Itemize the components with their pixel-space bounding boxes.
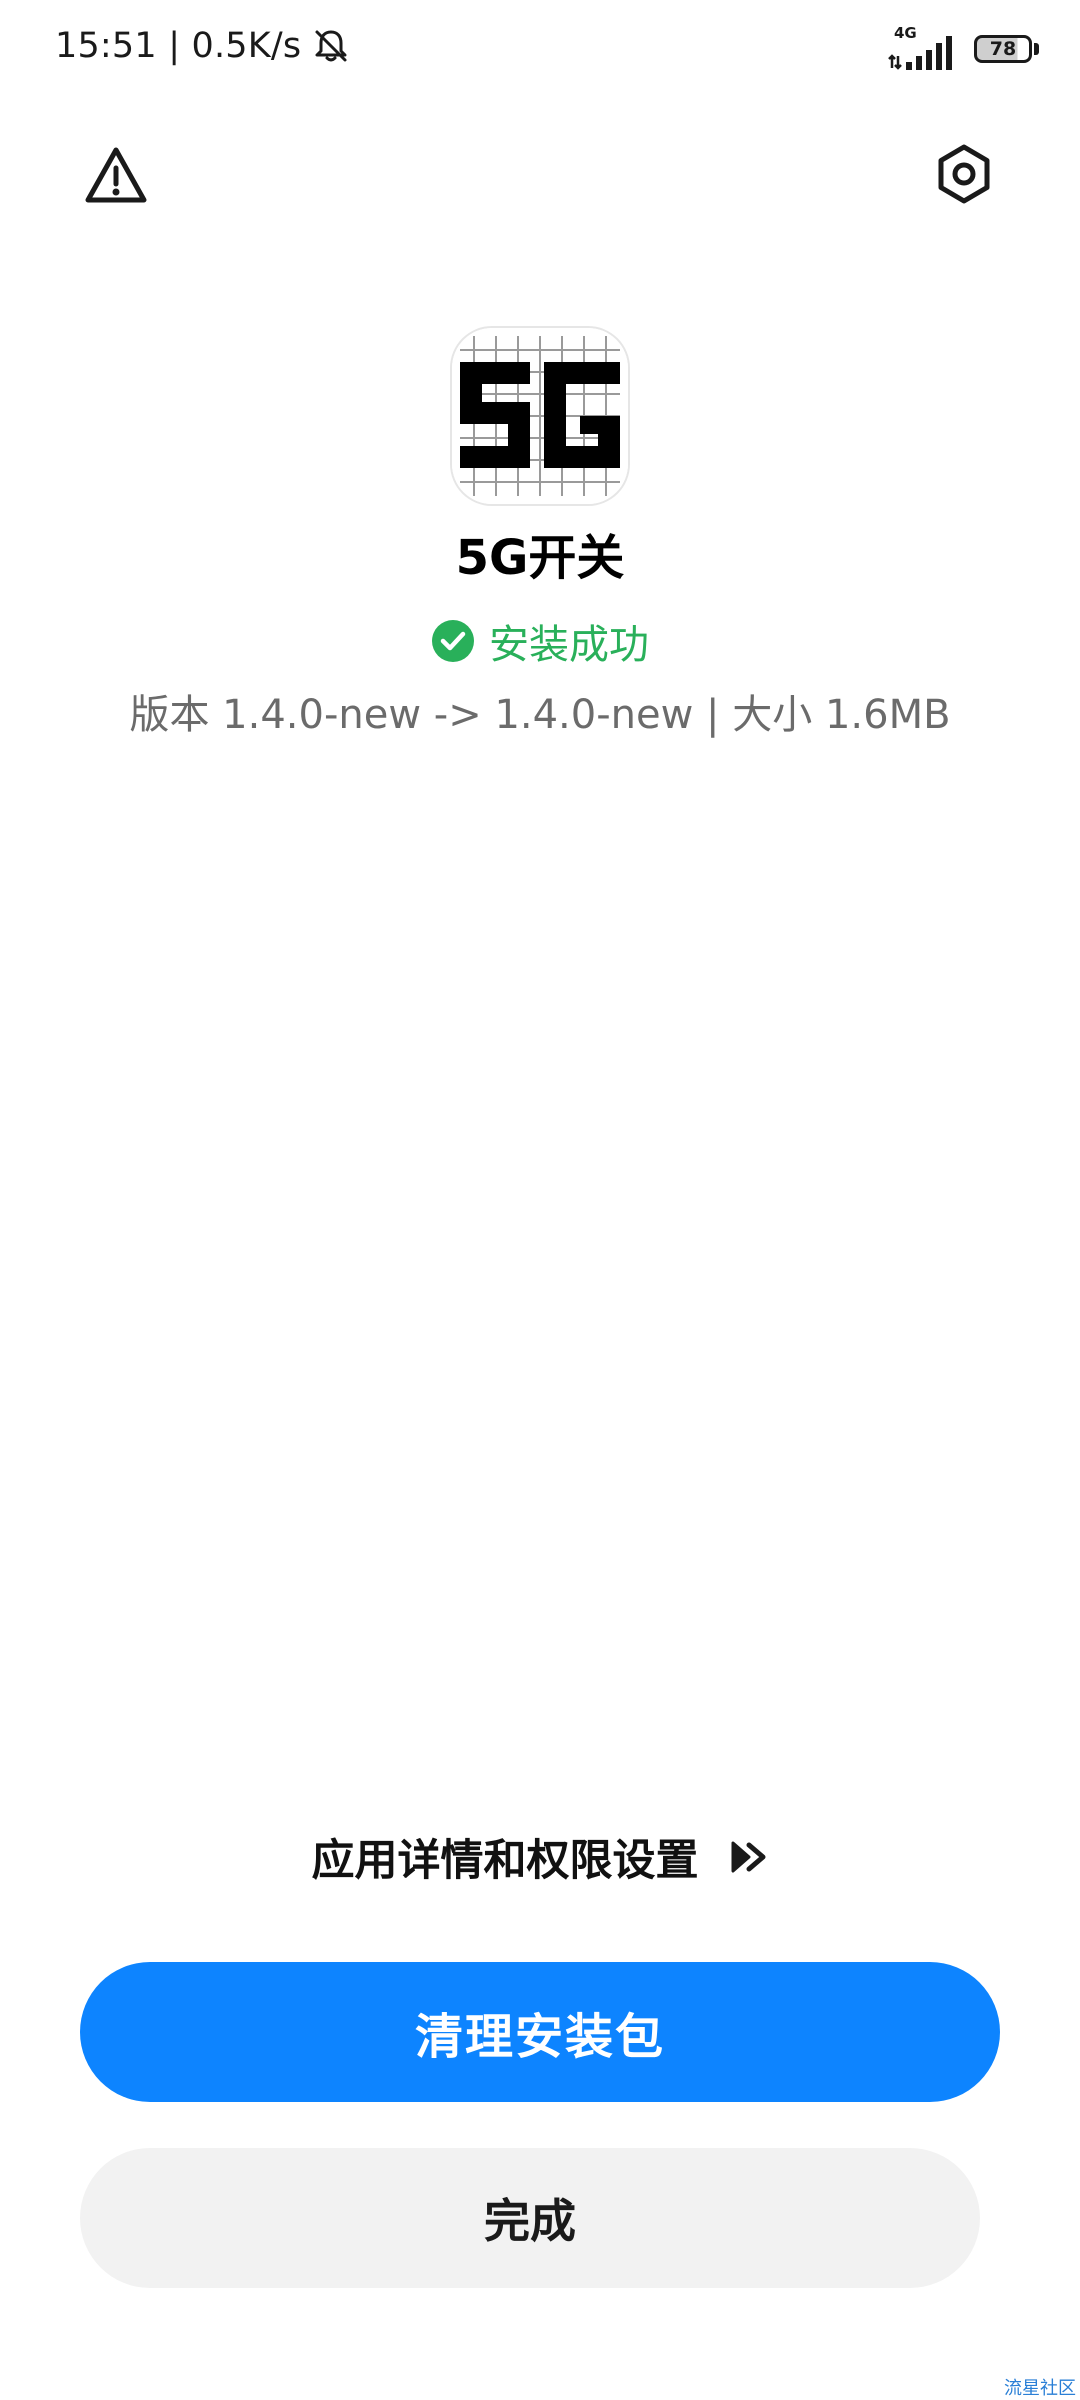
watermark: 流星社区 — [1004, 2378, 1076, 2399]
install-status-text: 安装成功 — [489, 622, 649, 668]
status-left: 15:51 | 0.5K/s — [55, 26, 351, 66]
app-icon — [452, 328, 628, 504]
install-status: 安装成功 — [0, 612, 1080, 670]
network-type: 4G — [894, 24, 917, 42]
status-bar: 15:51 | 0.5K/s 4G 78 — [0, 0, 1080, 105]
bell-muted-icon — [315, 30, 347, 62]
app-name: 5G开关 — [455, 530, 625, 586]
battery-level: 78 — [989, 38, 1017, 60]
signal-icon: 4G — [888, 24, 958, 72]
warning-icon[interactable] — [84, 144, 148, 208]
settings-icon[interactable] — [932, 142, 996, 206]
double-arrow-icon — [731, 1841, 765, 1873]
battery-icon: 78 — [974, 35, 1040, 65]
time-and-speed: 15:51 | 0.5K/s — [55, 26, 302, 66]
app-details-link[interactable]: 应用详情和权限设置 — [0, 1826, 1080, 1888]
check-circle-icon — [432, 620, 474, 662]
status-right: 4G 78 — [888, 24, 1040, 72]
version-info: 版本 1.4.0-new -> 1.4.0-new | 大小 1.6MB — [129, 692, 951, 738]
battery-tip — [1034, 43, 1039, 55]
app-details-label: 应用详情和权限设置 — [311, 1836, 699, 1886]
done-button[interactable]: 完成 — [80, 2148, 980, 2288]
clean-package-button[interactable]: 清理安装包 — [80, 1962, 1000, 2102]
